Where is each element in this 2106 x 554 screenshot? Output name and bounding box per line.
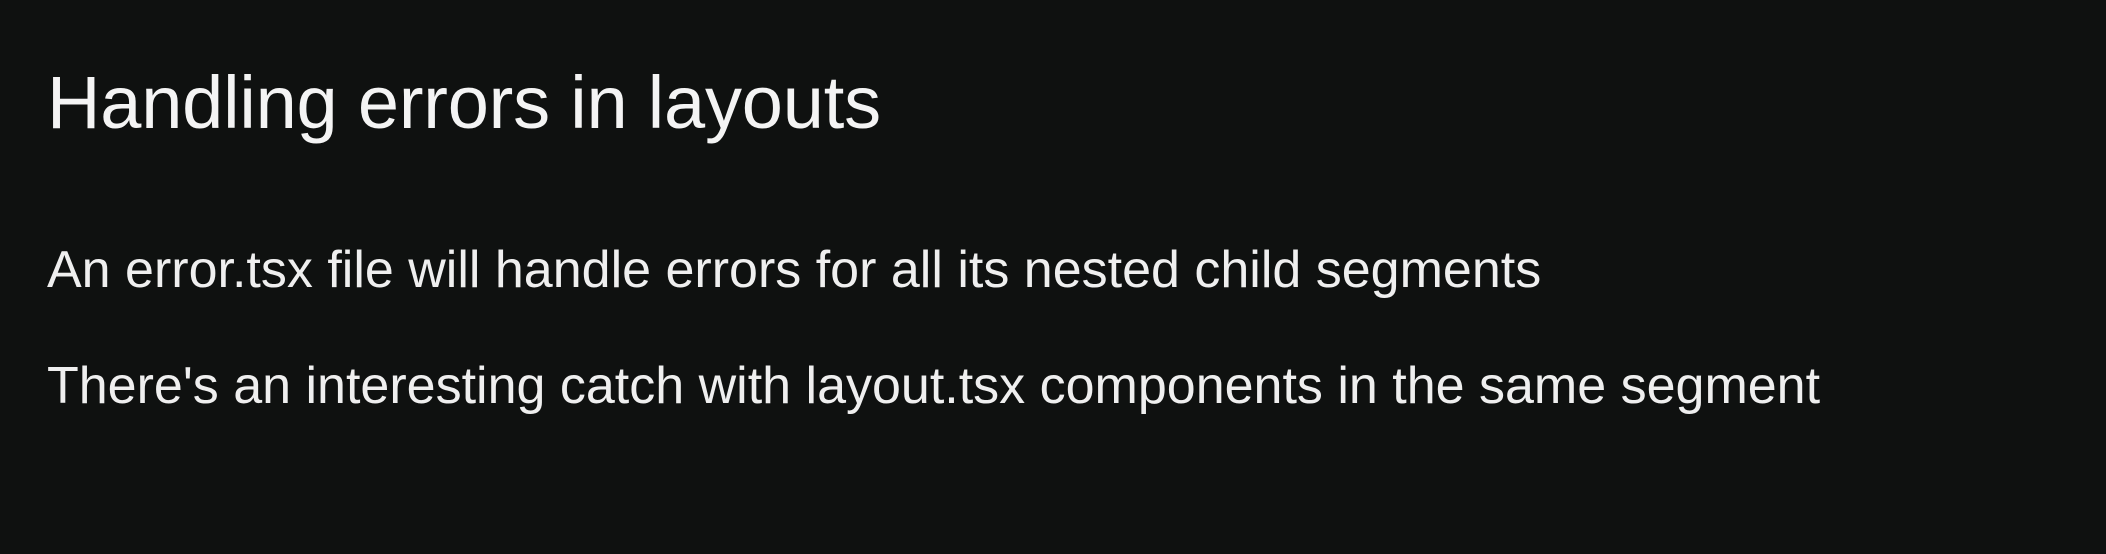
slide-text-line-2: There's an interesting catch with layout… xyxy=(47,357,1821,415)
slide-title: Handling errors in layouts xyxy=(47,61,881,144)
slide-text-line-1: An error.tsx file will handle errors for… xyxy=(47,241,1542,299)
slide: Handling errors in layouts An error.tsx … xyxy=(0,0,2106,554)
